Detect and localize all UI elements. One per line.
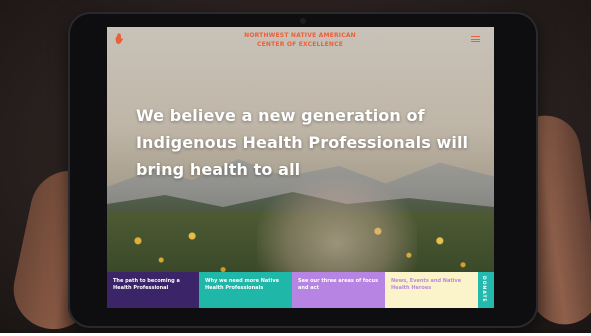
donate-label: DONATE [481, 276, 486, 303]
hero-image-hands [257, 177, 417, 287]
menu-bar [471, 38, 480, 40]
nav-card-focus[interactable]: See our three areas of focus and act [292, 272, 385, 308]
nav-card-label: Why we need more Native Health Professio… [205, 278, 280, 291]
menu-bar [471, 36, 480, 37]
hero-heading: We believe a new generation of Indigenou… [136, 106, 469, 179]
tablet-camera [300, 18, 306, 24]
nav-card-why[interactable]: Why we need more Native Health Professio… [199, 272, 292, 308]
donate-tab[interactable]: DONATE [478, 272, 494, 308]
hand-logo-icon[interactable] [113, 32, 127, 46]
nav-card-label: News, Events and Native Health Heroes [391, 278, 462, 291]
menu-bar [471, 41, 480, 42]
nav-card-label: See our three areas of focus and act [298, 278, 379, 291]
nav-card-news[interactable]: News, Events and Native Health Heroes [385, 272, 478, 308]
tablet-screen: NORTHWEST NATIVE AMERICAN CENTER OF EXCE… [107, 27, 494, 308]
nav-card-path[interactable]: The path to becoming a Health Profession… [107, 272, 199, 308]
hamburger-menu-icon[interactable] [471, 36, 480, 42]
nav-cards: The path to becoming a Health Profession… [107, 272, 494, 308]
org-name-line2: CENTER OF EXCELLENCE [257, 41, 343, 48]
nav-card-label: The path to becoming a Health Profession… [113, 278, 180, 291]
org-name-line1: NORTHWEST NATIVE AMERICAN [244, 32, 356, 39]
org-name[interactable]: NORTHWEST NATIVE AMERICAN CENTER OF EXCE… [225, 31, 375, 49]
background-photo: NORTHWEST NATIVE AMERICAN CENTER OF EXCE… [0, 0, 591, 333]
